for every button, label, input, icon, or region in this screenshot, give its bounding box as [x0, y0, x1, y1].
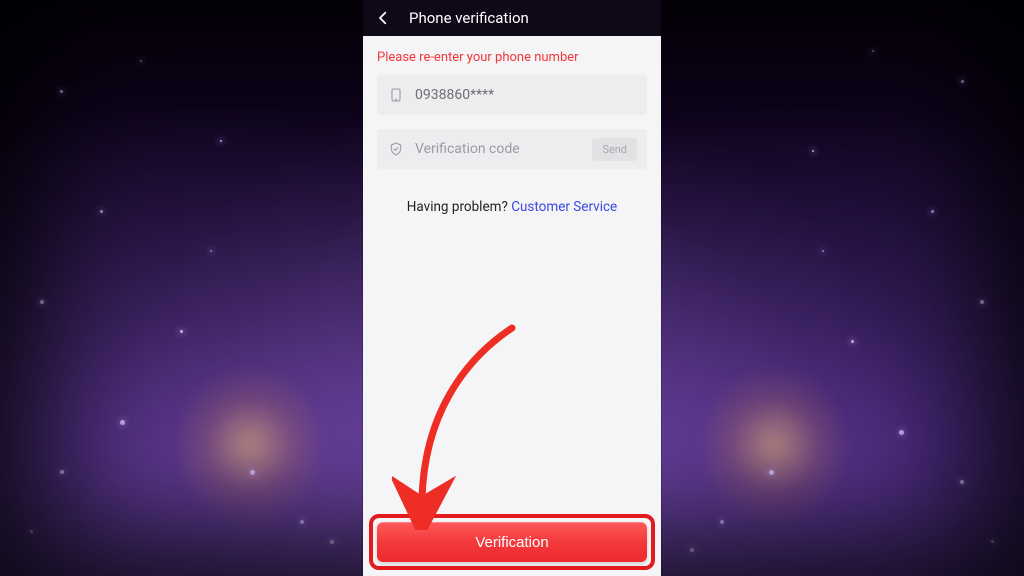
annotation-highlight: Verification [369, 514, 655, 570]
send-code-button[interactable]: Send [592, 138, 637, 161]
verification-button[interactable]: Verification [377, 522, 647, 562]
form-area: Please re-enter your phone number 093886… [363, 36, 661, 508]
back-button[interactable] [373, 8, 393, 28]
help-row: Having problem? Customer Service [377, 199, 647, 215]
page-title: Phone verification [409, 9, 529, 27]
code-placeholder: Verification code [415, 141, 582, 157]
phone-input[interactable]: 0938860**** [377, 75, 647, 115]
shield-check-icon [387, 140, 405, 158]
phone-icon [387, 86, 405, 104]
bottom-action-bar: Verification [363, 508, 661, 576]
phone-screen: Phone verification Please re-enter your … [363, 0, 661, 576]
chevron-left-icon [374, 9, 392, 27]
help-prompt: Having problem? [407, 199, 511, 215]
customer-service-link[interactable]: Customer Service [511, 199, 617, 215]
verification-code-input[interactable]: Verification code Send [377, 129, 647, 169]
phone-value: 0938860**** [415, 87, 637, 103]
error-message: Please re-enter your phone number [377, 50, 647, 65]
app-header: Phone verification [363, 0, 661, 36]
